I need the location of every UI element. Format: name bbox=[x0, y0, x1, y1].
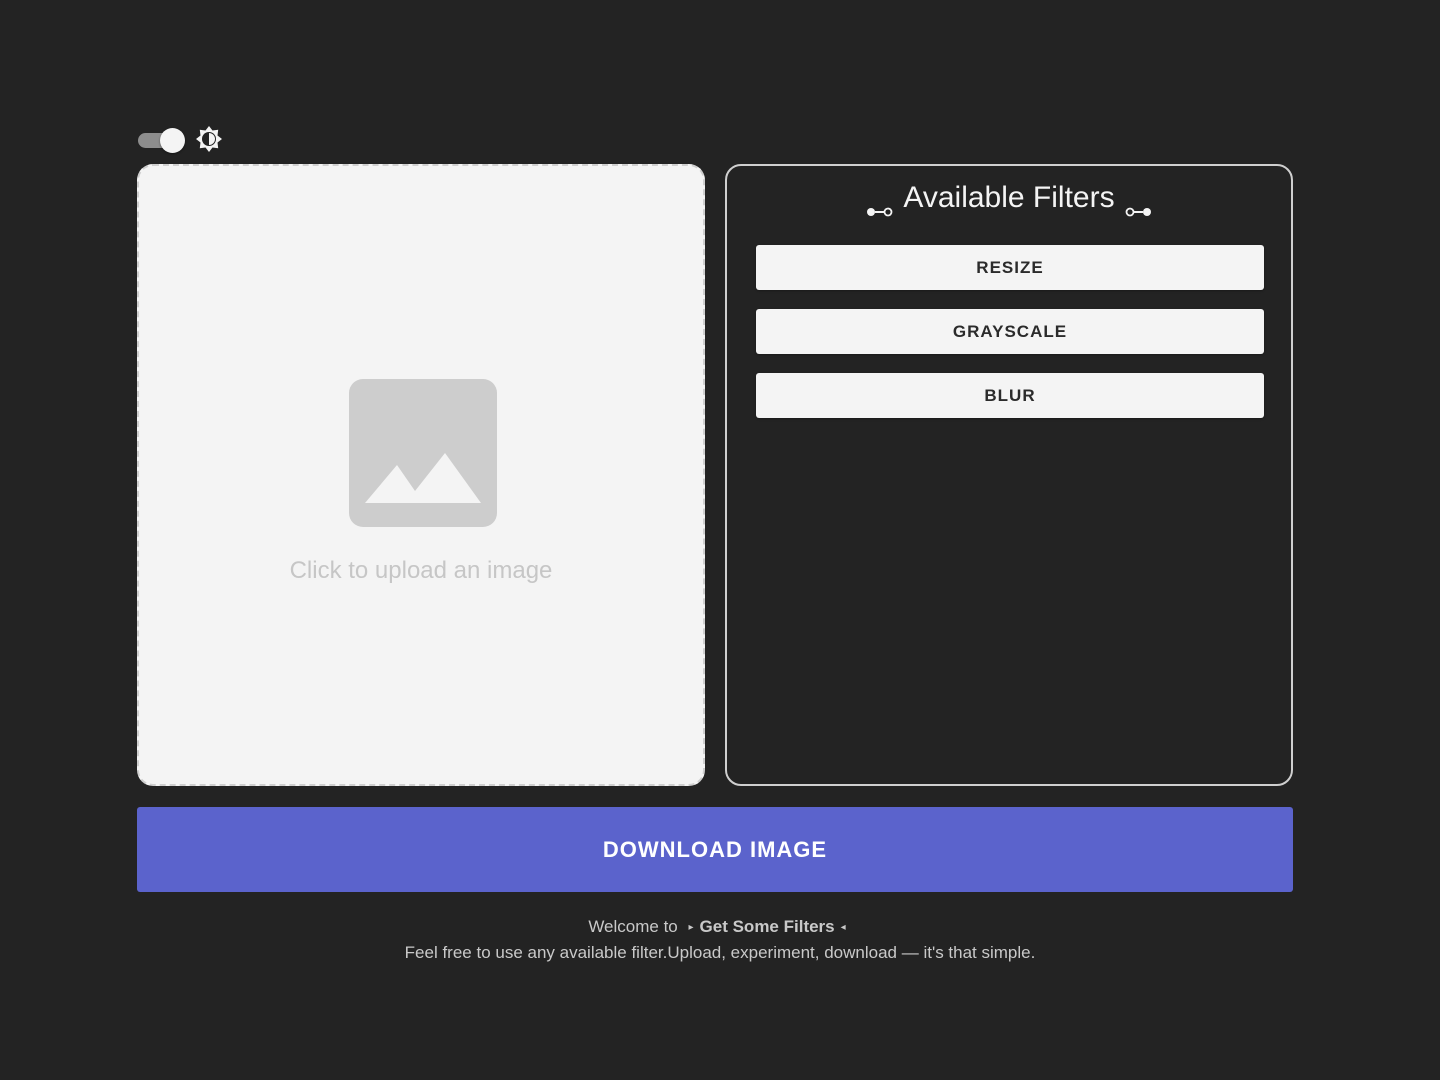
app-name: Get Some Filters bbox=[699, 917, 835, 936]
filter-list: RESIZE GRAYSCALE BLUR bbox=[756, 245, 1264, 418]
blur-filter-button[interactable]: BLUR bbox=[756, 373, 1264, 418]
filters-panel: Available Filters RESIZE GRAYSCALE BLUR bbox=[725, 164, 1293, 786]
image-upload-area[interactable]: Click to upload an image bbox=[137, 164, 705, 786]
filters-title: Available Filters bbox=[903, 181, 1115, 214]
connector-right-icon bbox=[1124, 192, 1152, 217]
upload-prompt: Click to upload an image bbox=[289, 557, 553, 584]
toggle-knob bbox=[160, 128, 185, 153]
connector-left-icon bbox=[866, 192, 894, 217]
theme-toggle[interactable] bbox=[137, 128, 185, 153]
welcome-text: Welcome to bbox=[588, 917, 678, 936]
tagline: Feel free to use any available filter.Up… bbox=[404, 943, 1036, 962]
theme-controls bbox=[137, 122, 223, 156]
image-placeholder-icon bbox=[349, 379, 497, 527]
resize-filter-button[interactable]: RESIZE bbox=[756, 245, 1264, 290]
footer: Welcome to ▸ Get Some Filters ◂ Feel free … bbox=[0, 914, 1440, 965]
download-image-button[interactable]: DOWNLOAD IMAGE bbox=[137, 807, 1293, 892]
arrow-right-icon: ▸ bbox=[688, 922, 694, 933]
filters-heading: Available Filters bbox=[727, 178, 1291, 218]
grayscale-filter-button[interactable]: GRAYSCALE bbox=[756, 309, 1264, 354]
welcome-line: Welcome to ▸ Get Some Filters ◂ bbox=[0, 914, 1440, 940]
brightness-icon bbox=[195, 125, 223, 153]
arrow-left-icon: ◂ bbox=[840, 922, 846, 933]
